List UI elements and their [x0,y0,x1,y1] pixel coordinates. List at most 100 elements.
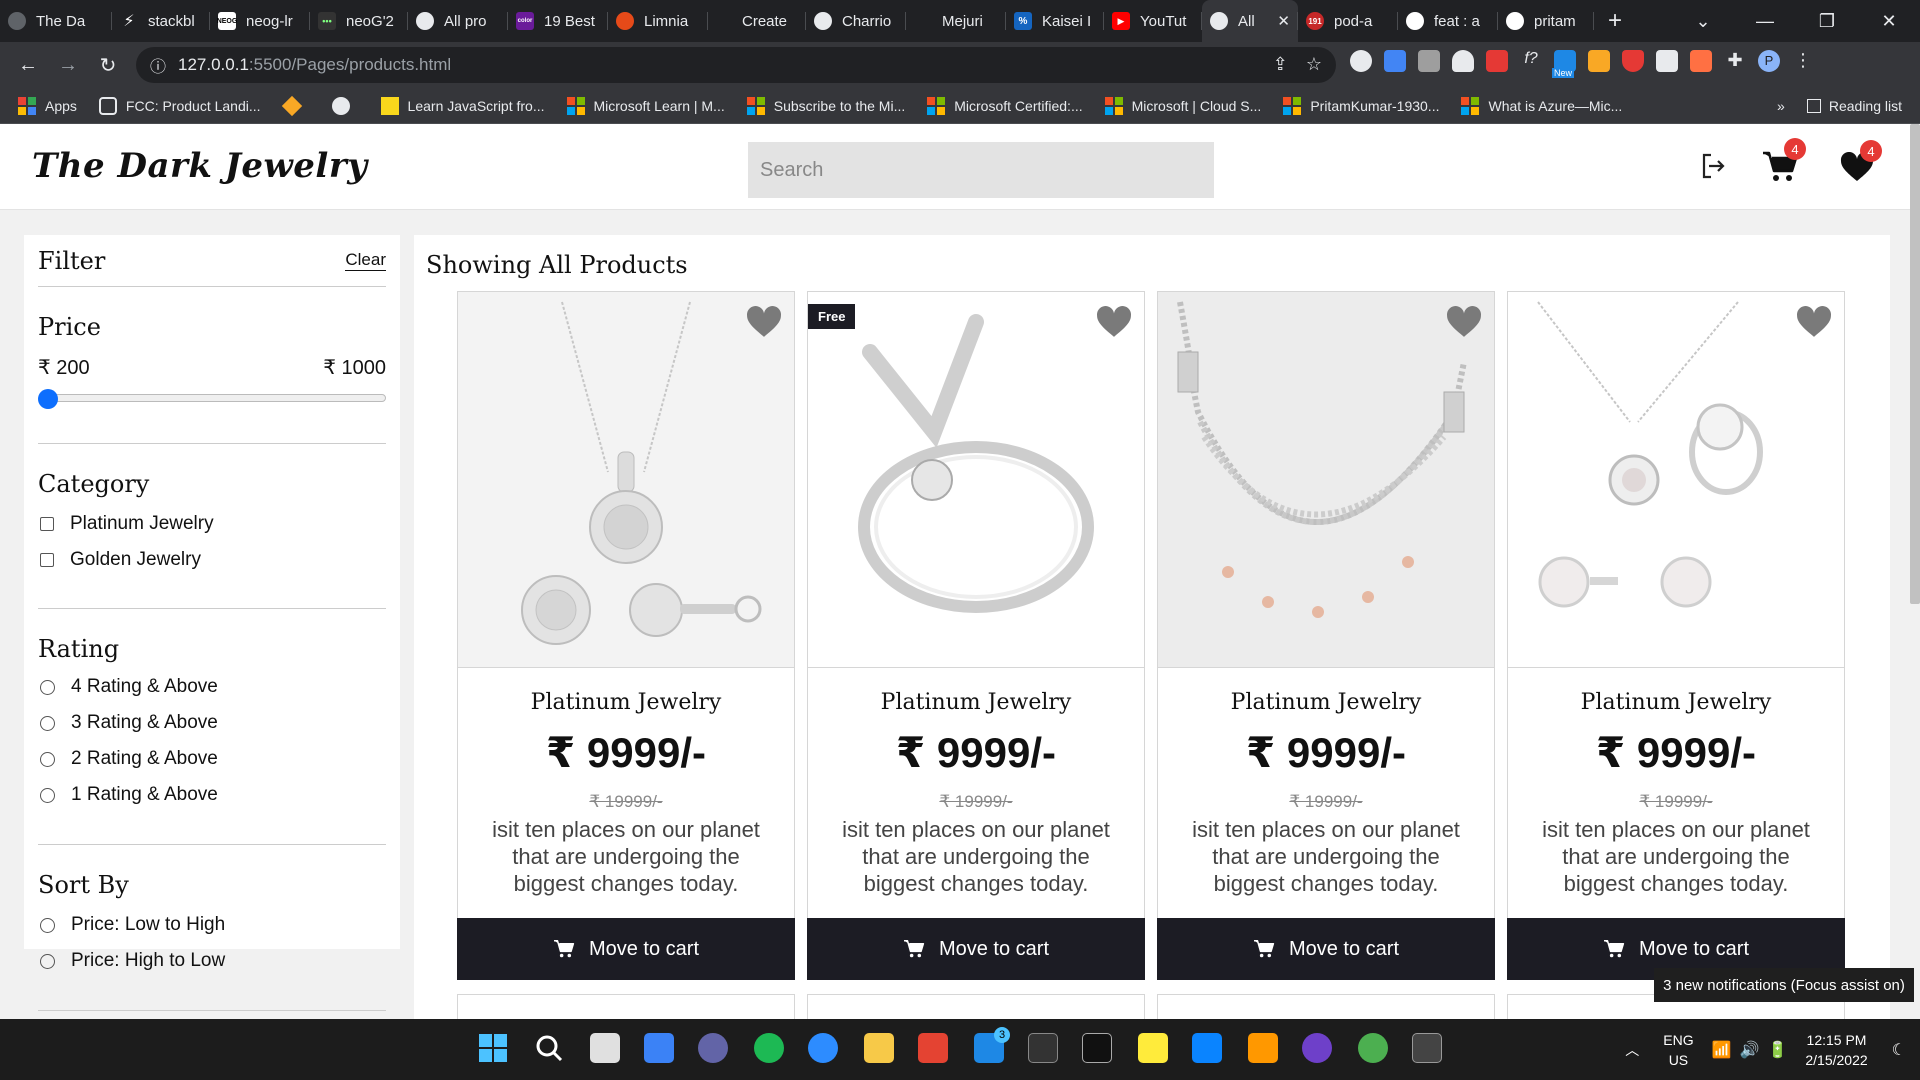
bookmark-star-icon[interactable]: ☆ [1306,54,1322,75]
file-explorer-icon[interactable] [864,1033,894,1063]
wifi-icon[interactable]: 📶 [1712,1040,1732,1060]
sticky-notes-icon[interactable] [1138,1033,1168,1063]
product-card[interactable]: Free Platinum Jewelry ₹ 9999/- ₹ 19999/-… [807,291,1145,980]
more-bookmarks-icon[interactable]: » [1777,98,1785,114]
browser-tab[interactable]: 191 pod-a [1298,0,1398,42]
formula-icon[interactable]: f? [1520,50,1542,72]
browser-tab[interactable]: ⚡ stackbl [112,0,210,42]
product-card-partial[interactable] [807,994,1145,1019]
browser-tab[interactable]: Charrio [806,0,906,42]
clear-filter-button[interactable]: Clear [345,250,386,271]
translate-icon[interactable] [1384,50,1406,72]
extension-icon[interactable] [1350,50,1372,72]
language-indicator[interactable]: ENG US [1663,1030,1693,1070]
back-icon[interactable]: ← [8,54,48,77]
bookmark-item[interactable]: Subscribe to the Mi... [746,96,905,115]
widgets-icon[interactable] [644,1033,674,1063]
rating-radio[interactable] [40,715,55,731]
bookmark-item[interactable]: PritamKumar-1930... [1283,96,1439,115]
category-option[interactable]: Golden Jewelry [38,542,386,578]
vscode-icon[interactable] [1192,1033,1222,1063]
sort-option[interactable]: Price: High to Low [38,943,386,979]
new-tab-icon[interactable]: + [1608,7,1622,35]
chevron-up-icon[interactable]: ︿ [1625,1040,1639,1060]
logout-icon[interactable] [1700,152,1726,185]
tab-search-icon[interactable]: ⌄ [1672,11,1734,32]
volume-icon[interactable]: 🔊 [1740,1040,1760,1060]
rating-radio[interactable] [40,679,55,695]
cloud-icon[interactable] [1452,50,1474,72]
share-icon[interactable]: ⇪ [1273,54,1288,75]
product-image[interactable] [1508,292,1844,668]
close-tab-icon[interactable]: ✕ [1269,12,1290,30]
bookmark-item[interactable]: Microsoft Learn | M... [566,96,725,115]
sort-option[interactable]: Price: Low to High [38,907,386,943]
forward-icon[interactable]: → [48,54,88,77]
bookmark-item[interactable] [331,96,359,115]
slider-thumb[interactable] [38,389,58,409]
menu-kebab-icon[interactable]: ⋮ [1792,50,1814,72]
zoom-icon[interactable] [808,1033,838,1063]
minimize-icon[interactable]: — [1734,11,1796,32]
notification-toast[interactable]: 3 new notifications (Focus assist on) [1654,968,1914,1002]
reload-icon[interactable]: ↻ [88,53,128,78]
bookmark-item[interactable] [281,95,310,116]
browser-tab[interactable]: Create [708,0,806,42]
bookmark-item[interactable]: What is Azure—Mic... [1461,96,1622,115]
sublime-icon[interactable] [1248,1033,1278,1063]
search-icon[interactable] [534,1033,564,1063]
task-view-icon[interactable] [590,1033,620,1063]
page-scrollbar[interactable] [1910,124,1920,604]
price-slider[interactable] [38,380,386,414]
product-card-partial[interactable] [457,994,795,1019]
browser-tab[interactable]: Limnia [608,0,708,42]
battery-icon[interactable]: 🔋 [1767,1040,1787,1060]
rating-option[interactable]: 4 Rating & Above [38,669,386,705]
wishlist-heart-icon[interactable] [1096,306,1132,343]
category-checkbox[interactable] [40,553,54,567]
browser-tab[interactable]: Mejuri [906,0,1006,42]
browser-tab[interactable]: color 19 Best [508,0,608,42]
site-logo[interactable]: The Dark Jewelry [32,146,368,186]
shield-icon[interactable] [1622,50,1644,72]
rating-option[interactable]: 2 Rating & Above [38,741,386,777]
address-bar[interactable]: ⓘ 127.0.0.1:5500/Pages/products.html ⇪ ☆ [136,47,1336,83]
extension-icon[interactable] [1418,50,1440,72]
move-to-cart-button[interactable]: Move to cart [1157,918,1495,980]
todoist-icon[interactable] [918,1033,948,1063]
browser-tab[interactable]: % Kaisei I [1006,0,1104,42]
site-info-icon[interactable]: ⓘ [150,53,166,77]
rating-option[interactable]: 3 Rating & Above [38,705,386,741]
product-image[interactable] [458,292,794,668]
rating-option[interactable]: 1 Rating & Above [38,777,386,813]
profile-avatar[interactable]: P [1758,50,1780,72]
github-desktop-icon[interactable] [1302,1033,1332,1063]
wishlist-heart-icon[interactable]: 4 [1840,140,1882,187]
slider-track[interactable] [48,394,386,402]
product-image[interactable]: Free [808,292,1144,668]
chrome-icon[interactable] [1358,1033,1388,1063]
terminal-icon[interactable] [1028,1033,1058,1063]
product-card-partial[interactable] [1157,994,1495,1019]
browser-tab[interactable]: ▶ YouTut [1104,0,1202,42]
sort-radio[interactable] [40,917,55,933]
extension-icon[interactable] [1690,50,1712,72]
wishlist-heart-icon[interactable] [1446,306,1482,343]
browser-tab[interactable]: All pro [408,0,508,42]
wishlist-heart-icon[interactable] [746,306,782,343]
reading-list-icon[interactable] [1806,99,1821,113]
product-card[interactable]: Platinum Jewelry ₹ 9999/- ₹ 19999/- isit… [1507,291,1845,980]
browser-tab-active[interactable]: All ✕ [1202,0,1298,42]
extension-new-icon[interactable]: New [1552,50,1576,78]
product-card[interactable]: Platinum Jewelry ₹ 9999/- ₹ 19999/- isit… [1157,291,1495,980]
mail-icon[interactable]: 3 [974,1027,1010,1063]
start-icon[interactable] [478,1033,508,1063]
bookmark-item[interactable]: Microsoft | Cloud S... [1104,96,1261,115]
product-card[interactable]: Platinum Jewelry ₹ 9999/- ₹ 19999/- isit… [457,291,795,980]
bookmark-item[interactable]: Microsoft Certified:... [927,96,1083,115]
browser-tab[interactable]: feat : a [1398,0,1498,42]
restore-icon[interactable]: ❐ [1796,11,1858,32]
browser-tab[interactable]: NEOG neog-lr [210,0,310,42]
snipping-tool-icon[interactable] [1412,1033,1442,1063]
category-option[interactable]: Platinum Jewelry [38,506,386,542]
